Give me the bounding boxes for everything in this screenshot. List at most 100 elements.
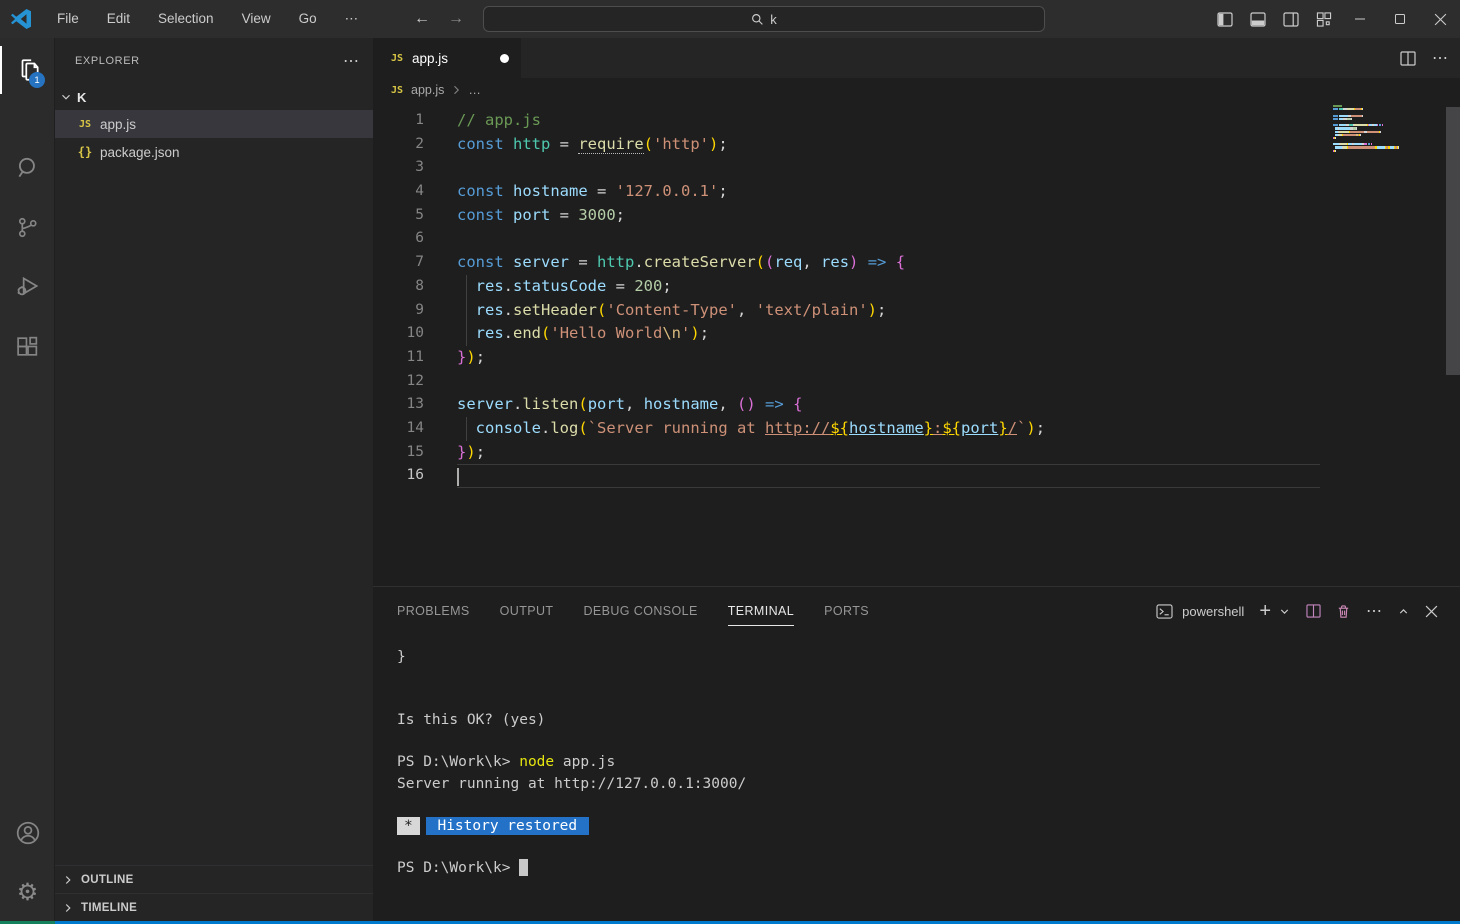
tab-ports[interactable]: PORTS — [824, 587, 869, 635]
tab-appjs[interactable]: JS app.js — [373, 38, 521, 78]
toggle-secondary-sidebar-icon[interactable] — [1274, 0, 1307, 38]
code-line[interactable]: 7const server = http.createServer((req, … — [373, 251, 1320, 275]
breadcrumb[interactable]: JS app.js … — [373, 78, 1460, 102]
code-line[interactable]: 16 — [373, 464, 1320, 488]
menu-go[interactable]: Go — [299, 11, 317, 27]
editor-more-actions-icon[interactable]: ⋯ — [1432, 48, 1448, 68]
js-file-icon: JS — [389, 85, 405, 96]
terminal-line: PS D:\Work\k> node app.js — [397, 752, 1460, 773]
chevron-right-icon — [61, 873, 75, 887]
code-line[interactable]: 1// app.js — [373, 109, 1320, 133]
forward-arrow-icon[interactable]: → — [448, 10, 464, 28]
breadcrumb-symbol[interactable]: … — [468, 83, 481, 97]
explorer-badge: 1 — [29, 72, 45, 88]
shell-label[interactable]: powershell — [1182, 604, 1244, 619]
indent-guide — [466, 275, 467, 346]
unsaved-changes-dot-icon[interactable] — [500, 54, 509, 63]
terminal-line — [397, 795, 1460, 816]
sidebar-title: EXPLORER — [75, 55, 140, 67]
code-line[interactable]: 12 — [373, 370, 1320, 394]
terminal-output[interactable]: }Is this OK? (yes)PS D:\Work\k> node app… — [373, 635, 1460, 921]
minimap[interactable] — [1333, 105, 1445, 156]
editor-group: JS app.js ⋯ JS app.js … 1// app.js2const… — [373, 38, 1460, 586]
minimize-icon[interactable] — [1340, 0, 1380, 38]
code-line[interactable]: 11}); — [373, 346, 1320, 370]
code-line[interactable]: 5const port = 3000; — [373, 204, 1320, 228]
file-item-appjs[interactable]: JS app.js — [55, 110, 373, 138]
tab-terminal[interactable]: TERMINAL — [728, 587, 794, 635]
code-lines[interactable]: 1// app.js2const http = require('http');… — [373, 102, 1320, 488]
panel-header: PROBLEMS OUTPUT DEBUG CONSOLE TERMINAL P… — [373, 587, 1460, 635]
json-file-icon: {} — [77, 145, 93, 159]
panel-more-actions-icon[interactable]: ⋯ — [1366, 601, 1382, 621]
explorer-icon[interactable]: 1 — [0, 46, 55, 94]
kill-terminal-trash-icon[interactable] — [1336, 604, 1351, 619]
accounts-icon[interactable] — [0, 809, 55, 857]
editor-scrollbar[interactable] — [1446, 102, 1460, 586]
timeline-section-header[interactable]: TIMELINE — [55, 893, 373, 921]
tree-root-folder[interactable]: K — [55, 84, 373, 110]
code-line[interactable]: 9 res.setHeader('Content-Type', 'text/pl… — [373, 299, 1320, 323]
launch-profile-chevron-icon[interactable] — [1278, 605, 1291, 618]
command-center-search[interactable]: k — [483, 6, 1045, 32]
text-cursor — [457, 468, 459, 486]
split-terminal-icon[interactable] — [1306, 604, 1321, 618]
tab-bar: JS app.js ⋯ — [373, 38, 1460, 78]
new-terminal-icon[interactable]: + — [1259, 600, 1271, 623]
customize-layout-icon[interactable] — [1307, 0, 1340, 38]
settings-gear-icon[interactable]: ⚙ — [0, 868, 55, 916]
breadcrumb-file[interactable]: app.js — [411, 83, 444, 97]
terminal-line — [397, 689, 1460, 710]
terminal-line — [397, 837, 1460, 858]
code-line[interactable]: 2const http = require('http'); — [373, 133, 1320, 157]
terminal-line: Is this OK? (yes) — [397, 710, 1460, 731]
chevron-down-icon — [59, 90, 73, 104]
vscode-window: File Edit Selection View Go ⋯ ← → k — [0, 0, 1460, 924]
close-window-icon[interactable] — [1420, 0, 1460, 38]
toggle-primary-sidebar-icon[interactable] — [1208, 0, 1241, 38]
close-panel-icon[interactable] — [1425, 605, 1438, 618]
code-editor[interactable]: 1// app.js2const http = require('http');… — [373, 102, 1460, 586]
split-editor-icon[interactable] — [1400, 51, 1416, 66]
menu-view[interactable]: View — [242, 11, 271, 27]
menu-bar: File Edit Selection View Go ⋯ — [57, 11, 358, 27]
search-value: k — [770, 12, 777, 27]
menu-selection[interactable]: Selection — [158, 11, 214, 27]
terminal-line: Server running at http://127.0.0.1:3000/ — [397, 774, 1460, 795]
activity-bar: 1 — [0, 38, 55, 921]
back-arrow-icon[interactable]: ← — [414, 10, 430, 28]
maximize-panel-chevron-icon[interactable] — [1397, 605, 1410, 618]
outline-section-header[interactable]: OUTLINE — [55, 865, 373, 893]
code-line[interactable]: 10 res.end('Hello World\n'); — [373, 322, 1320, 346]
menu-file[interactable]: File — [57, 11, 79, 27]
menu-more-icon[interactable]: ⋯ — [345, 11, 359, 27]
tab-debug-console[interactable]: DEBUG CONSOLE — [583, 587, 697, 635]
tab-problems[interactable]: PROBLEMS — [397, 587, 470, 635]
search-view-icon[interactable] — [0, 144, 55, 192]
terminal-line — [397, 668, 1460, 689]
tab-output[interactable]: OUTPUT — [500, 587, 554, 635]
vscode-logo-icon — [9, 7, 33, 31]
bottom-panel: PROBLEMS OUTPUT DEBUG CONSOLE TERMINAL P… — [373, 586, 1460, 921]
terminal-line: PS D:\Work\k> — [397, 858, 1460, 879]
scrollbar-slider[interactable] — [1446, 107, 1460, 375]
source-control-icon[interactable] — [0, 203, 55, 251]
run-debug-icon[interactable] — [0, 262, 55, 310]
search-icon — [751, 13, 764, 26]
js-file-icon: JS — [389, 53, 405, 64]
menu-edit[interactable]: Edit — [107, 11, 130, 27]
code-line[interactable]: 3 — [373, 156, 1320, 180]
code-line[interactable]: 8 res.statusCode = 200; — [373, 275, 1320, 299]
code-line[interactable]: 4const hostname = '127.0.0.1'; — [373, 180, 1320, 204]
explorer-more-actions-icon[interactable]: ⋯ — [343, 51, 359, 71]
code-line[interactable]: 6 — [373, 227, 1320, 251]
code-line[interactable]: 13server.listen(port, hostname, () => { — [373, 393, 1320, 417]
code-line[interactable]: 14 console.log(`Server running at http:/… — [373, 417, 1320, 441]
extensions-icon[interactable] — [0, 322, 55, 370]
maximize-icon[interactable] — [1380, 0, 1420, 38]
toggle-panel-icon[interactable] — [1241, 0, 1274, 38]
code-line[interactable]: 15}); — [373, 441, 1320, 465]
file-item-packagejson[interactable]: {} package.json — [55, 138, 373, 166]
chevron-right-icon — [61, 901, 75, 915]
explorer-sidebar: EXPLORER ⋯ K JS app.js {} package.json O… — [55, 38, 373, 921]
